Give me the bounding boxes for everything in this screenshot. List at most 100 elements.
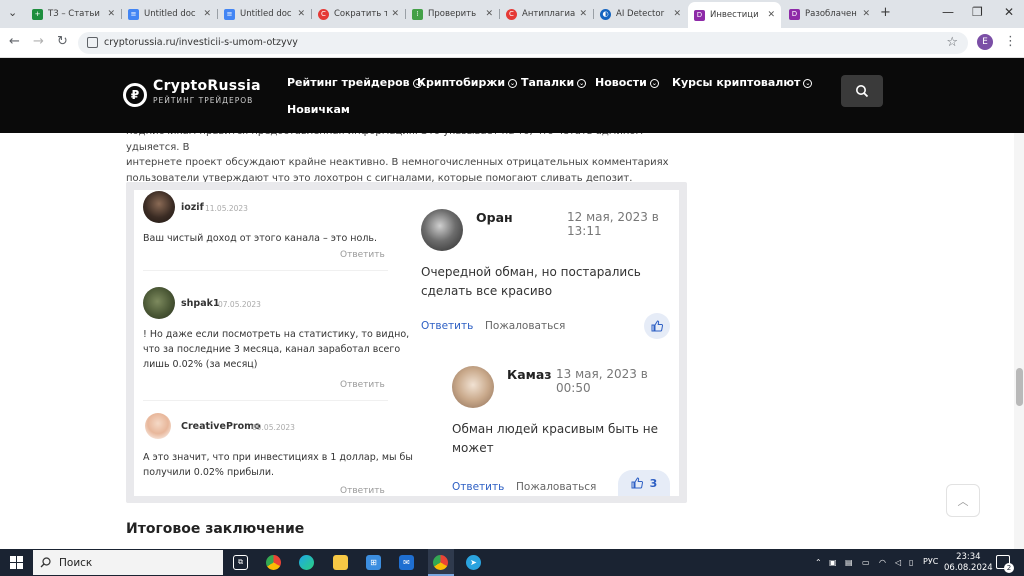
tab-label: Разоблачен [805, 9, 857, 19]
report-link[interactable]: Пожаловаться [485, 320, 565, 332]
close-icon[interactable]: ✕ [391, 9, 399, 19]
tab-antiplagiat[interactable]: C Антиплагиат ✕ [500, 4, 593, 24]
tab-check[interactable]: ⁞ Проверить ✕ [406, 4, 499, 24]
comment-text: Обман людей красивым быть не может [452, 420, 658, 458]
tab-doc-2[interactable]: ≡ Untitled doc ✕ [218, 4, 311, 24]
taskbar-clock[interactable]: 23:34 06.08.2024 [944, 552, 993, 574]
comment-text: Очередной обман, но постарались сделать … [421, 263, 641, 301]
search-icon [40, 557, 51, 568]
like-button[interactable] [644, 313, 670, 339]
browser-menu-icon[interactable]: ⋮ [1004, 34, 1017, 49]
like-button[interactable]: 3 [618, 470, 670, 496]
docs-icon: ≡ [128, 8, 139, 20]
new-tab-icon[interactable]: + [880, 5, 891, 20]
comment-author: iozif [181, 202, 204, 213]
bookmark-star-icon[interactable]: ☆ [946, 35, 958, 50]
reply-link[interactable]: Ответить [340, 486, 385, 496]
file-explorer-icon[interactable] [333, 555, 348, 570]
close-icon[interactable]: ✕ [579, 9, 587, 19]
comment-line: ! Но даже если посмотреть на статистику,… [143, 329, 410, 340]
comment-text: А это значит, что при инвестициях в 1 до… [143, 450, 413, 480]
tray-app-icon[interactable]: ▤ [845, 558, 853, 567]
reply-link[interactable]: Ответить [340, 380, 385, 390]
close-icon[interactable]: ✕ [203, 9, 211, 19]
close-icon[interactable]: ✕ [862, 9, 870, 19]
forward-icon[interactable]: → [33, 34, 44, 49]
close-icon[interactable]: ✕ [485, 9, 493, 19]
chrome-icon[interactable] [433, 555, 448, 570]
telegram-icon[interactable]: ➤ [466, 555, 481, 570]
wifi-icon[interactable]: ◠ [879, 558, 886, 567]
nav-news[interactable]: Новости ⌄ [595, 76, 659, 89]
logo-tagline: РЕЙТИНГ ТРЕЙДЕРОВ [153, 96, 254, 105]
half-circle-icon: ◐ [600, 8, 611, 20]
site-info-icon[interactable] [87, 37, 98, 48]
tray-overflow-icon[interactable]: ⌃ [815, 558, 822, 567]
tab-ai-detector[interactable]: ◐ AI Detector ✕ [594, 4, 687, 24]
edge-icon[interactable] [299, 555, 314, 570]
comments-screenshot: iozif 11.05.2023 Ваш чистый доход от это… [126, 182, 687, 503]
taskbar-search[interactable]: Поиск [33, 550, 223, 575]
task-view-icon[interactable]: ⧉ [233, 555, 248, 570]
chevron-up-icon: ︿ [957, 494, 969, 508]
search-icon [856, 85, 869, 98]
comment-line: Очередной обман, но постарались [421, 265, 641, 279]
scroll-to-top-button[interactable]: ︿ [946, 484, 980, 517]
tray-app-icon[interactable]: ▣ [829, 558, 837, 567]
comment-line: сделать все красиво [421, 284, 553, 298]
avatar [143, 191, 175, 223]
minimize-icon[interactable]: — [942, 5, 954, 19]
d-logo-icon: D [694, 9, 705, 21]
mail-icon[interactable]: ✉ [399, 555, 414, 570]
comment-author: shpak1 [181, 298, 220, 309]
site-header: ₽ CryptoRussia РЕЙТИНГ ТРЕЙДЕРОВ Рейтинг… [0, 58, 1024, 133]
article-paragraph: подписчикам нравится предоставленная инф… [126, 124, 686, 186]
speaker-icon[interactable]: ◁ [895, 558, 901, 567]
nav-traders-rating[interactable]: Рейтинг трейдеров ⌄ [287, 76, 422, 89]
nav-beginners[interactable]: Новичкам [287, 103, 350, 116]
reload-icon[interactable]: ↻ [57, 34, 68, 49]
tab-doc-1[interactable]: ≡ Untitled doc ✕ [122, 4, 217, 24]
chrome-icon[interactable] [266, 555, 281, 570]
page-scrollbar[interactable] [1014, 133, 1024, 549]
battery-icon[interactable]: ▯ [909, 558, 913, 567]
cryptorussia-logo-icon[interactable]: ₽ [123, 83, 147, 107]
browser-toolbar: ← → ↻ cryptorussia.ru/investicii-s-umom-… [0, 28, 1024, 58]
close-icon[interactable]: ✕ [297, 9, 305, 19]
tab-exposure[interactable]: D Разоблачен ✕ [783, 4, 876, 24]
language-indicator[interactable]: РУС [923, 557, 938, 566]
close-icon[interactable]: ✕ [767, 10, 775, 20]
scrollbar-thumb[interactable] [1016, 368, 1023, 406]
reply-link[interactable]: Ответить [421, 320, 473, 332]
nav-exchanges[interactable]: Криптобиржи ⌄ [417, 76, 518, 89]
close-icon[interactable]: ✕ [673, 9, 681, 19]
tab-search-icon[interactable]: ⌄ [8, 6, 17, 19]
back-icon[interactable]: ← [9, 34, 20, 49]
paragraph-line: интернете проект обсуждают крайне неакти… [126, 157, 669, 168]
nav-crypto-rates[interactable]: Курсы криптовалют ⌄ [672, 76, 813, 89]
nav-label: Тапалки [521, 76, 575, 89]
nav-tappers[interactable]: Тапалки ⌄ [521, 76, 587, 89]
comment-date: 11.05.2023 [205, 204, 248, 213]
logo-name[interactable]: CryptoRussia [153, 78, 261, 94]
maximize-icon[interactable]: ❐ [972, 5, 983, 19]
profile-avatar[interactable]: E [977, 34, 993, 50]
window-close-icon[interactable]: ✕ [1004, 5, 1014, 19]
tray-app-icon[interactable]: ▭ [862, 558, 870, 567]
clock-time: 23:34 [956, 552, 981, 562]
tab-shorten[interactable]: C Сократить т ✕ [312, 4, 405, 24]
address-bar[interactable]: cryptorussia.ru/investicii-s-umom-otzyvy… [78, 32, 968, 54]
tab-sheets[interactable]: + ТЗ – Статьи ✕ [26, 4, 121, 24]
site-search-button[interactable] [841, 75, 883, 107]
sheets-icon: + [32, 8, 43, 20]
reply-link[interactable]: Ответить [340, 250, 385, 260]
close-icon[interactable]: ✕ [107, 9, 115, 19]
reply-link[interactable]: Ответить [452, 481, 504, 493]
report-link[interactable]: Пожаловаться [516, 481, 596, 493]
divider [143, 400, 388, 401]
windows-start-icon[interactable] [10, 556, 23, 569]
tab-investments-active[interactable]: D Инвестици ✕ [688, 2, 781, 28]
url-text[interactable]: cryptorussia.ru/investicii-s-umom-otzyvy [104, 37, 298, 48]
avatar [421, 209, 463, 251]
microsoft-store-icon[interactable]: ⊞ [366, 555, 381, 570]
